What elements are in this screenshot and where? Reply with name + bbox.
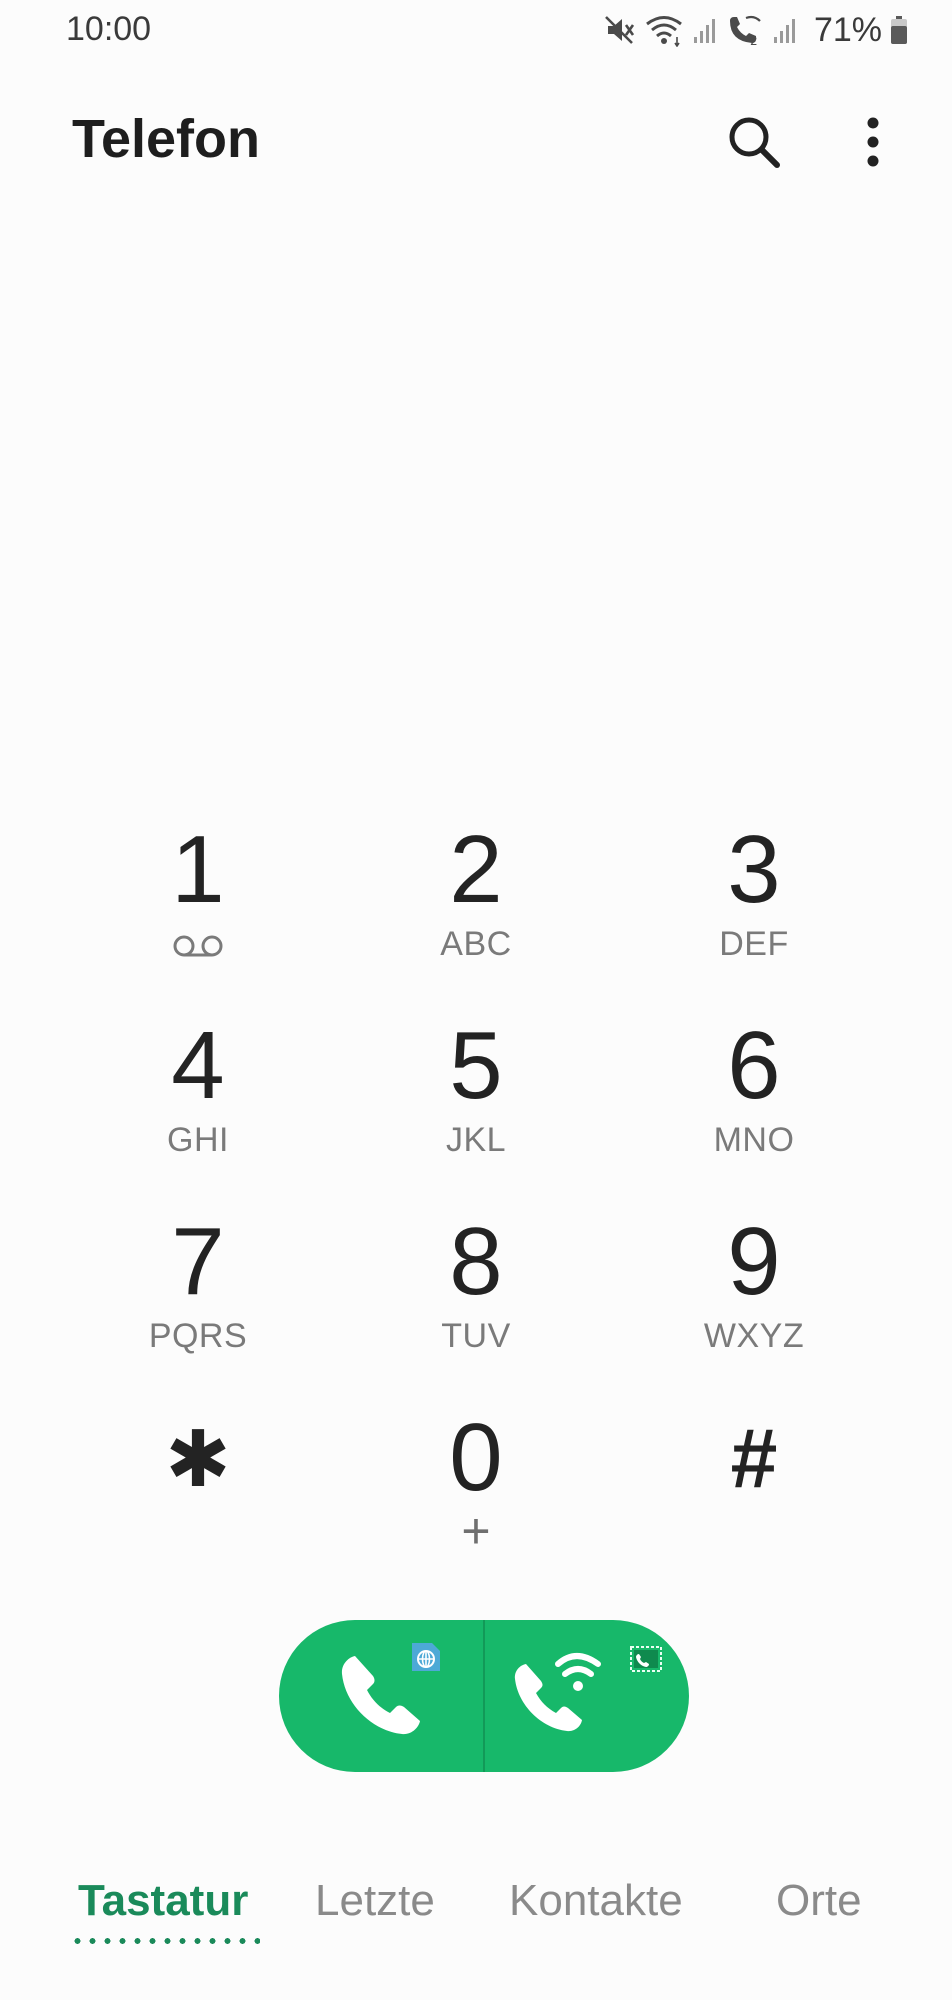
search-icon [729,117,780,168]
key-digit: 7 [171,1208,225,1315]
dial-key-3[interactable]: 3 DEF [616,808,892,1004]
battery-percent: 71% [813,10,882,49]
key-letters: MNO [713,1121,795,1159]
key-letters: JKL [445,1121,507,1159]
tab-letzte[interactable]: Letzte [315,1876,435,1926]
sim-globe-icon [412,1643,440,1671]
dial-key-star[interactable]: ✱ [60,1396,336,1592]
status-icons: 2 71% [602,10,908,50]
bottom-tabs: Tastatur Letzte Kontakte Orte [0,1876,952,1956]
key-digit: 6 [727,1012,781,1119]
wifi-phone-icon [514,1653,601,1732]
key-digit: ✱ [165,1415,231,1503]
key-digit: 4 [171,1012,225,1119]
key-letters: WXYZ [703,1317,805,1355]
key-letters: GHI [167,1121,229,1159]
key-digit: 3 [727,816,781,923]
key-letters: ABC [440,925,512,963]
key-letters: PQRS [148,1317,248,1355]
more-options-button[interactable] [846,110,900,174]
active-tab-indicator [70,1938,260,1944]
wifi-calling-icon: 2 [729,15,761,47]
page-title: Telefon [72,109,260,169]
key-digit: 9 [727,1208,781,1315]
dial-key-1[interactable]: 1 [60,808,336,1004]
key-letters: TUV [441,1317,511,1355]
svg-text:2: 2 [750,34,758,47]
dial-key-5[interactable]: 5 JKL [338,1004,614,1200]
tab-tastatur[interactable]: Tastatur [78,1876,248,1926]
dial-key-7[interactable]: 7 PQRS [60,1200,336,1396]
dial-key-6[interactable]: 6 MNO [616,1004,892,1200]
dial-key-hash[interactable]: # [616,1396,892,1592]
key-digit: 0 [449,1404,503,1511]
key-digit: 2 [449,816,503,923]
call-buttons [279,1620,689,1772]
wifi-calling-badge-icon [630,1646,662,1672]
tab-kontakte[interactable]: Kontakte [509,1876,683,1926]
search-button[interactable] [722,110,786,174]
key-letters: DEF [719,925,789,963]
dial-key-9[interactable]: 9 WXYZ [616,1200,892,1396]
status-time: 10:00 [66,10,152,48]
tab-orte[interactable]: Orte [776,1876,862,1926]
dial-key-2[interactable]: 2 ABC [338,808,614,1004]
key-digit: 8 [449,1208,503,1315]
call-button-sim[interactable] [279,1620,484,1772]
dialpad: 1 2 ABC 3 DEF 4 GHI 5 JKL 6 MNO 7 PQRS 8… [60,808,892,1592]
signal-icon [773,19,795,43]
wifi-icon [646,16,682,47]
key-digit: 1 [171,816,225,923]
dial-key-8[interactable]: 8 TUV [338,1200,614,1396]
key-digit: 5 [449,1012,503,1119]
mute-icon [605,16,635,44]
key-letters: + [461,1503,491,1559]
dial-key-4[interactable]: 4 GHI [60,1004,336,1200]
dial-key-0[interactable]: 0 + [338,1396,614,1592]
voicemail-icon [173,935,223,957]
more-vert-icon [867,117,879,167]
call-button-wifi[interactable] [484,1620,689,1772]
key-digit: # [730,1411,778,1505]
status-bar: 10:00 2 71% [0,0,952,62]
battery-icon [891,16,907,44]
signal-icon [693,19,715,43]
